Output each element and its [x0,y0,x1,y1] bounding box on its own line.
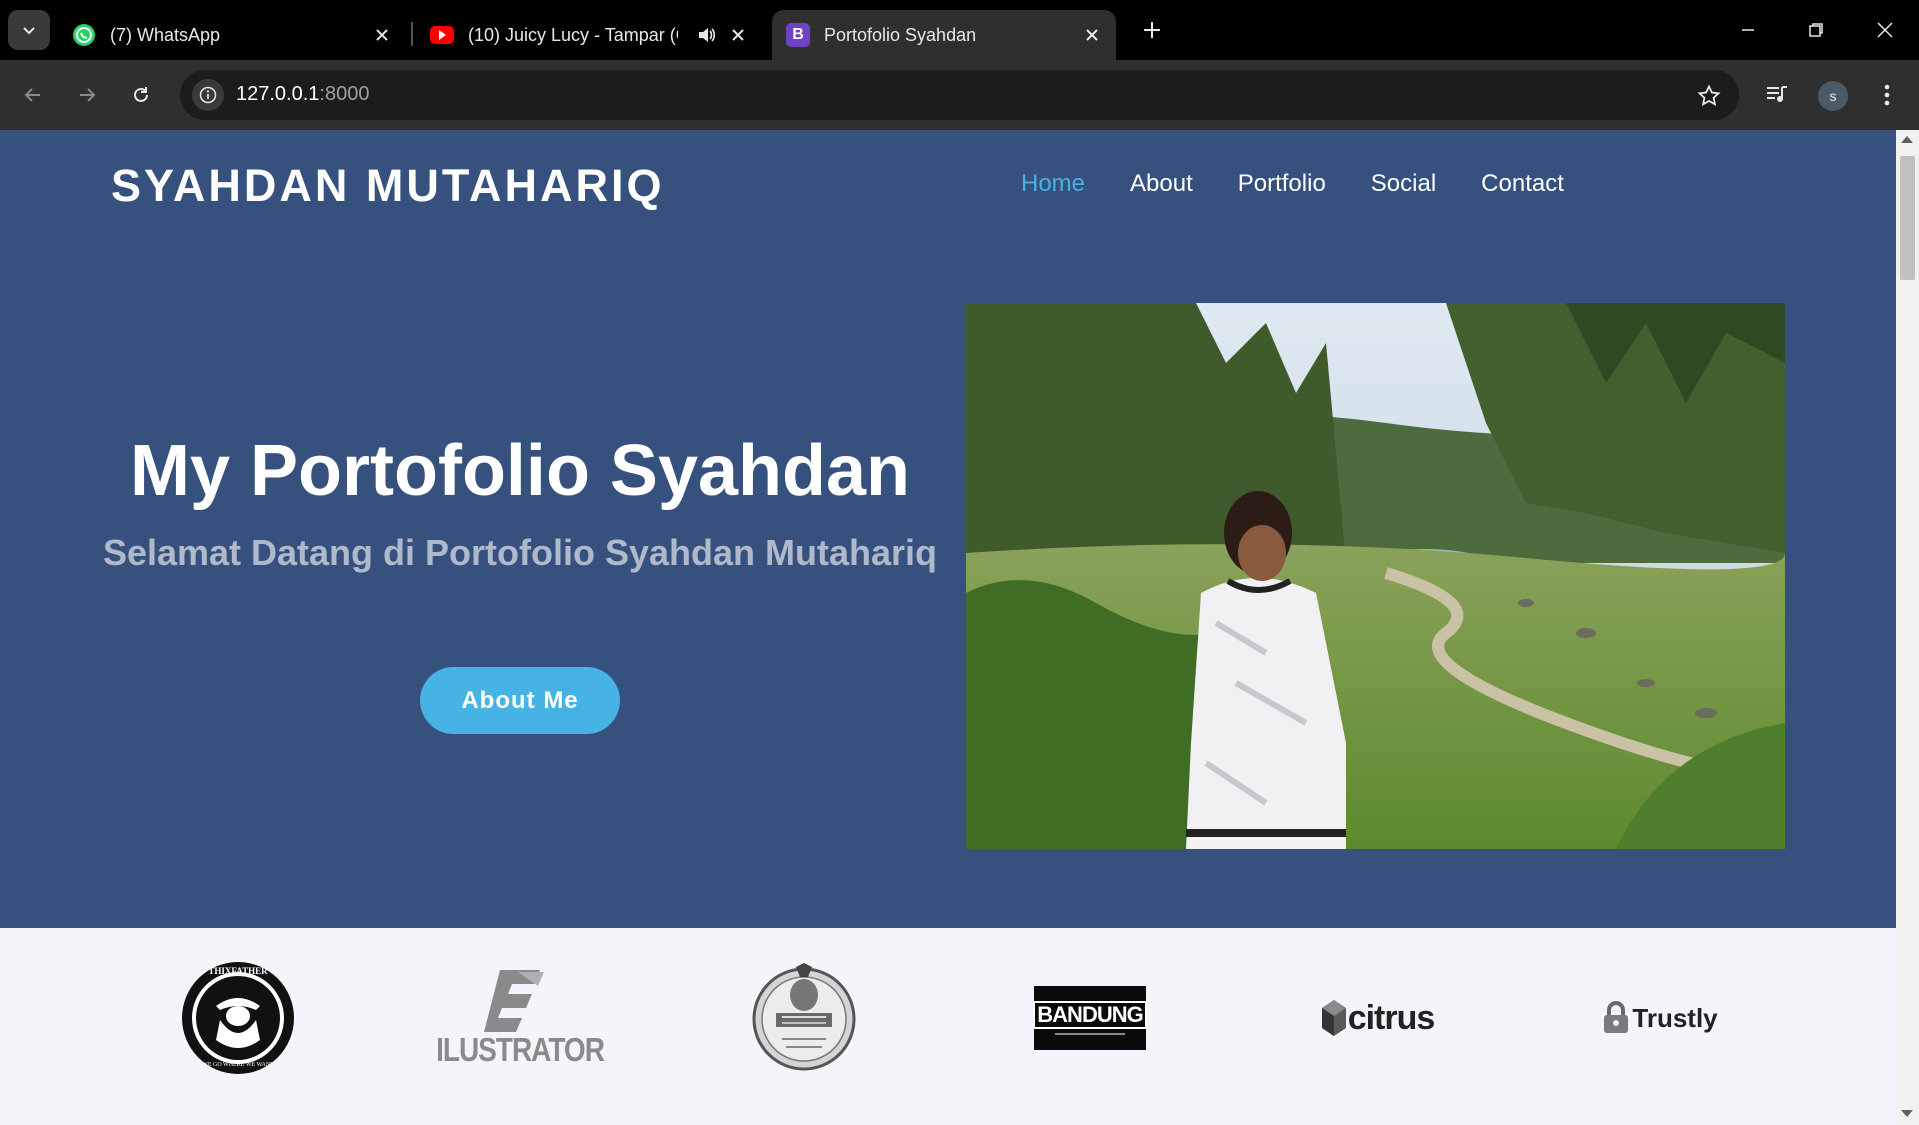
close-window-button[interactable] [1865,14,1905,46]
client-logo-text: citrus [1347,998,1436,1037]
client-logo-thixfather[interactable]: THIXFATHER WE GO WHERE WE WANT [168,958,308,1078]
url-host: 127.0.0.1 [236,83,320,105]
client-logo-bandung[interactable]: BANDUNG [1033,958,1147,1078]
client-logo-text: THIXFATHER [208,966,268,976]
client-logo-ilustrator[interactable]: ILUSTRATOR [436,958,605,1078]
citrus-mark-icon [1321,1000,1346,1036]
page-viewport: SYAHDAN MUTAHARIQ Home About Portfolio S… [0,130,1896,1125]
bootstrap-icon: B [786,23,810,47]
reload-icon [134,87,148,102]
arrow-left-icon [24,88,40,102]
minimize-icon [1742,29,1754,31]
whatsapp-icon [72,23,96,47]
hero-subtitle: Selamat Datang di Portofolio Syahdan Mut… [102,532,938,573]
client-logo-trustly[interactable]: Trustly [1601,958,1719,1078]
nav-home[interactable]: Home [1021,170,1085,198]
client-logo-text: BANDUNG [1033,1001,1147,1029]
scroll-thumb[interactable] [1900,156,1915,280]
plus-icon [1144,22,1160,38]
main-nav: Home About Portfolio Social Contact [1021,170,1609,198]
media-controls-icon[interactable] [1760,78,1794,112]
close-icon [1877,22,1893,38]
bookmark-star-icon[interactable] [1695,82,1723,110]
bandung-subline [1055,1033,1125,1035]
tab-title: (10) Juicy Lucy - Tampar (O [468,24,678,45]
scroll-down-arrow-icon[interactable] [1901,1110,1913,1117]
tab-title: (7) WhatsApp [110,24,221,45]
forward-button[interactable] [70,78,104,112]
client-logo-subtext: WE GO WHERE WE WANT [202,1062,274,1068]
arrow-right-icon [80,88,96,102]
client-logo-citrus[interactable]: citrus [1315,958,1435,1078]
browser-toolbar: 127.0.0.1:8000 s [0,60,1919,130]
tab-bar: (7) WhatsApp (10) Juicy Lucy - Tampar (O… [0,0,1919,60]
lock-icon [1604,1001,1629,1033]
hero-photo [966,303,1785,849]
tab-whatsapp[interactable]: (7) WhatsApp [58,10,406,60]
about-me-button[interactable]: About Me [420,667,620,734]
url-port: :8000 [319,83,370,105]
reload-button[interactable] [124,78,158,112]
restore-button[interactable] [1796,14,1836,46]
chevron-down-icon [23,27,35,35]
nav-portfolio[interactable]: Portfolio [1238,170,1326,198]
scroll-up-arrow-icon[interactable] [1901,136,1913,143]
hero-title: My Portofolio Syahdan [129,431,911,511]
client-logo-text: Trustly [1632,1002,1718,1033]
address-bar[interactable]: 127.0.0.1:8000 [180,70,1739,120]
nav-about[interactable]: About [1130,170,1193,198]
hero-section: SYAHDAN MUTAHARIQ Home About Portfolio S… [0,130,1896,928]
page-scrollbar[interactable] [1896,130,1919,1125]
youtube-icon [430,23,454,47]
tab-portfolio[interactable]: B Portofolio Syahdan [772,10,1116,60]
client-logo-text: ILUSTRATOR [436,1030,605,1068]
speaker-icon[interactable] [696,25,716,50]
url-text[interactable]: 127.0.0.1:8000 [236,83,369,106]
tab-youtube[interactable]: (10) Juicy Lucy - Tampar (O [416,10,762,60]
close-icon[interactable] [728,25,748,45]
nav-contact[interactable]: Contact [1481,170,1564,198]
clients-section: THIXFATHER WE GO WHERE WE WANT ILUSTRATO… [0,928,1896,1125]
site-brand[interactable]: SYAHDAN MUTAHARIQ [111,160,665,212]
nav-social[interactable]: Social [1371,170,1436,198]
tab-separator [411,22,413,46]
site-info-icon[interactable] [192,79,224,111]
tab-title: Portofolio Syahdan [824,24,977,45]
menu-kebab-icon[interactable] [1870,78,1904,112]
client-logo-barber[interactable] [748,958,860,1078]
profile-avatar[interactable]: s [1818,81,1848,111]
new-tab-button[interactable] [1136,14,1168,46]
back-button[interactable] [16,78,50,112]
restore-icon [1809,23,1823,37]
tab-search-button[interactable] [8,10,50,50]
close-icon[interactable] [1082,25,1102,45]
close-icon[interactable] [372,25,392,45]
minimize-button[interactable] [1728,14,1768,46]
